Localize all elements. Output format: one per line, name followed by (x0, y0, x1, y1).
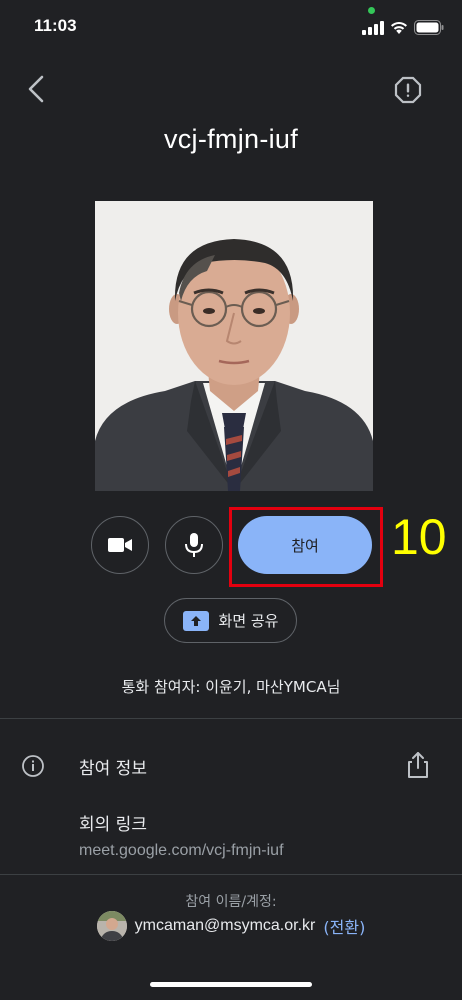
self-view-preview (95, 201, 373, 491)
account-row: ymcaman@msymca.or.kr (전환) (0, 911, 462, 941)
status-time: 11:03 (34, 16, 77, 35)
account-email: ymcaman@msymca.or.kr (134, 917, 316, 934)
camera-in-use-indicator (368, 7, 375, 14)
camera-icon (108, 538, 132, 552)
microphone-icon (185, 533, 203, 557)
back-arrow-icon[interactable] (22, 74, 52, 104)
report-problem-icon[interactable] (394, 76, 422, 104)
switch-account-link[interactable]: 전환 (330, 918, 359, 937)
paren-close: ) (359, 918, 366, 937)
meeting-code-title: vcj-fmjn-iuf (163, 124, 299, 154)
meeting-link-label: 회의 링크 (79, 815, 147, 835)
joining-info-title: 참여 정보 (79, 759, 147, 779)
participant-photo (95, 201, 373, 491)
microphone-toggle-button[interactable] (165, 516, 223, 574)
joining-as-label: 참여 이름/계정: (185, 894, 277, 910)
camera-toggle-button[interactable] (91, 516, 149, 574)
share-icon[interactable] (404, 750, 432, 780)
share-screen-label: 화면 공유 (218, 612, 279, 630)
battery-icon (414, 20, 444, 35)
divider (0, 718, 462, 719)
divider (0, 874, 462, 875)
tutorial-highlight-box (229, 507, 383, 587)
share-screen-button[interactable]: 화면 공유 (164, 598, 297, 643)
wifi-icon (391, 22, 407, 34)
tutorial-step-number: 10 (391, 509, 447, 565)
present-screen-icon (182, 610, 209, 631)
info-icon (22, 755, 44, 777)
home-indicator (150, 982, 312, 987)
cellular-signal-icon (362, 21, 384, 35)
meeting-link-value[interactable]: meet.google.com/vcj-fmjn-iuf (79, 842, 284, 860)
avatar (96, 911, 127, 941)
participants-in-call: 통화 참여자: 이윤기, 마산YMCA님 (121, 678, 341, 696)
